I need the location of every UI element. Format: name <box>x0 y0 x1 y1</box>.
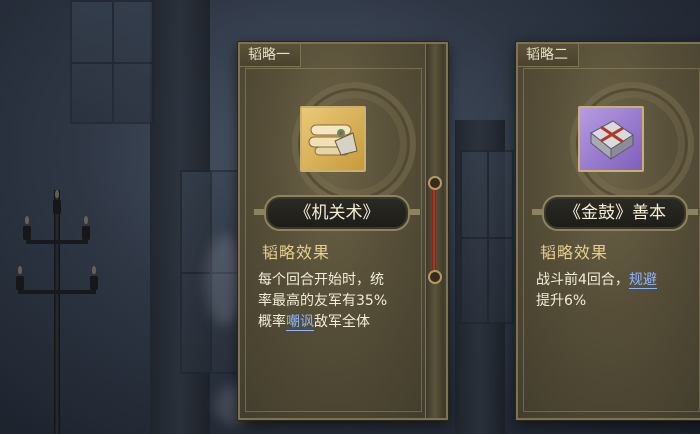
bg-window <box>70 0 154 124</box>
rail-knob <box>428 176 442 190</box>
scroll-bundle-icon[interactable] <box>300 106 366 172</box>
bg-window <box>460 150 514 324</box>
strategy-description: 战斗前4回合，规避 提升6% <box>536 270 696 312</box>
strategy-card-2[interactable]: 韬略二 《金鼓》善本 韬略效果 战斗前4回合，规避 提升6% <box>516 42 700 420</box>
desc-line: 每个回合开始时，统 <box>258 272 384 288</box>
candelabra <box>16 180 98 434</box>
card-header: 韬略二 <box>518 44 579 67</box>
rail-knob <box>428 270 442 284</box>
keyword-link[interactable]: 规避 <box>628 272 657 289</box>
strategy-name: 《机关术》 <box>254 195 420 231</box>
strategy-name: 《金鼓》善本 <box>532 195 698 231</box>
section-title: 韬略效果 <box>262 243 331 262</box>
desc-line: 率最高的友军有35% <box>258 293 388 309</box>
desc-line: 概率嘲讽敌军全体 <box>258 312 418 333</box>
rail-red-bar <box>432 184 436 276</box>
section-title: 韬略效果 <box>540 243 609 262</box>
desc-line: 提升6% <box>536 293 587 309</box>
desc-text: 战斗前4回合， <box>536 272 629 288</box>
card-side-rail <box>425 44 444 418</box>
silver-book-icon[interactable] <box>578 106 644 172</box>
strategy-card-1[interactable]: 韬略一 《机关术》 韬略效果 每个回合开始时，统 率最高的友军有35% 概率嘲讽… <box>238 42 448 420</box>
strategy-description: 每个回合开始时，统 率最高的友军有35% 概率嘲讽敌军全体 <box>258 270 418 333</box>
keyword-link[interactable]: 嘲讽 <box>286 314 314 331</box>
desc-text: 敌军全体 <box>314 314 370 330</box>
desc-line: 战斗前4回合，规避 <box>536 270 696 291</box>
desc-text: 概率 <box>258 314 286 330</box>
card-header: 韬略一 <box>240 44 301 67</box>
